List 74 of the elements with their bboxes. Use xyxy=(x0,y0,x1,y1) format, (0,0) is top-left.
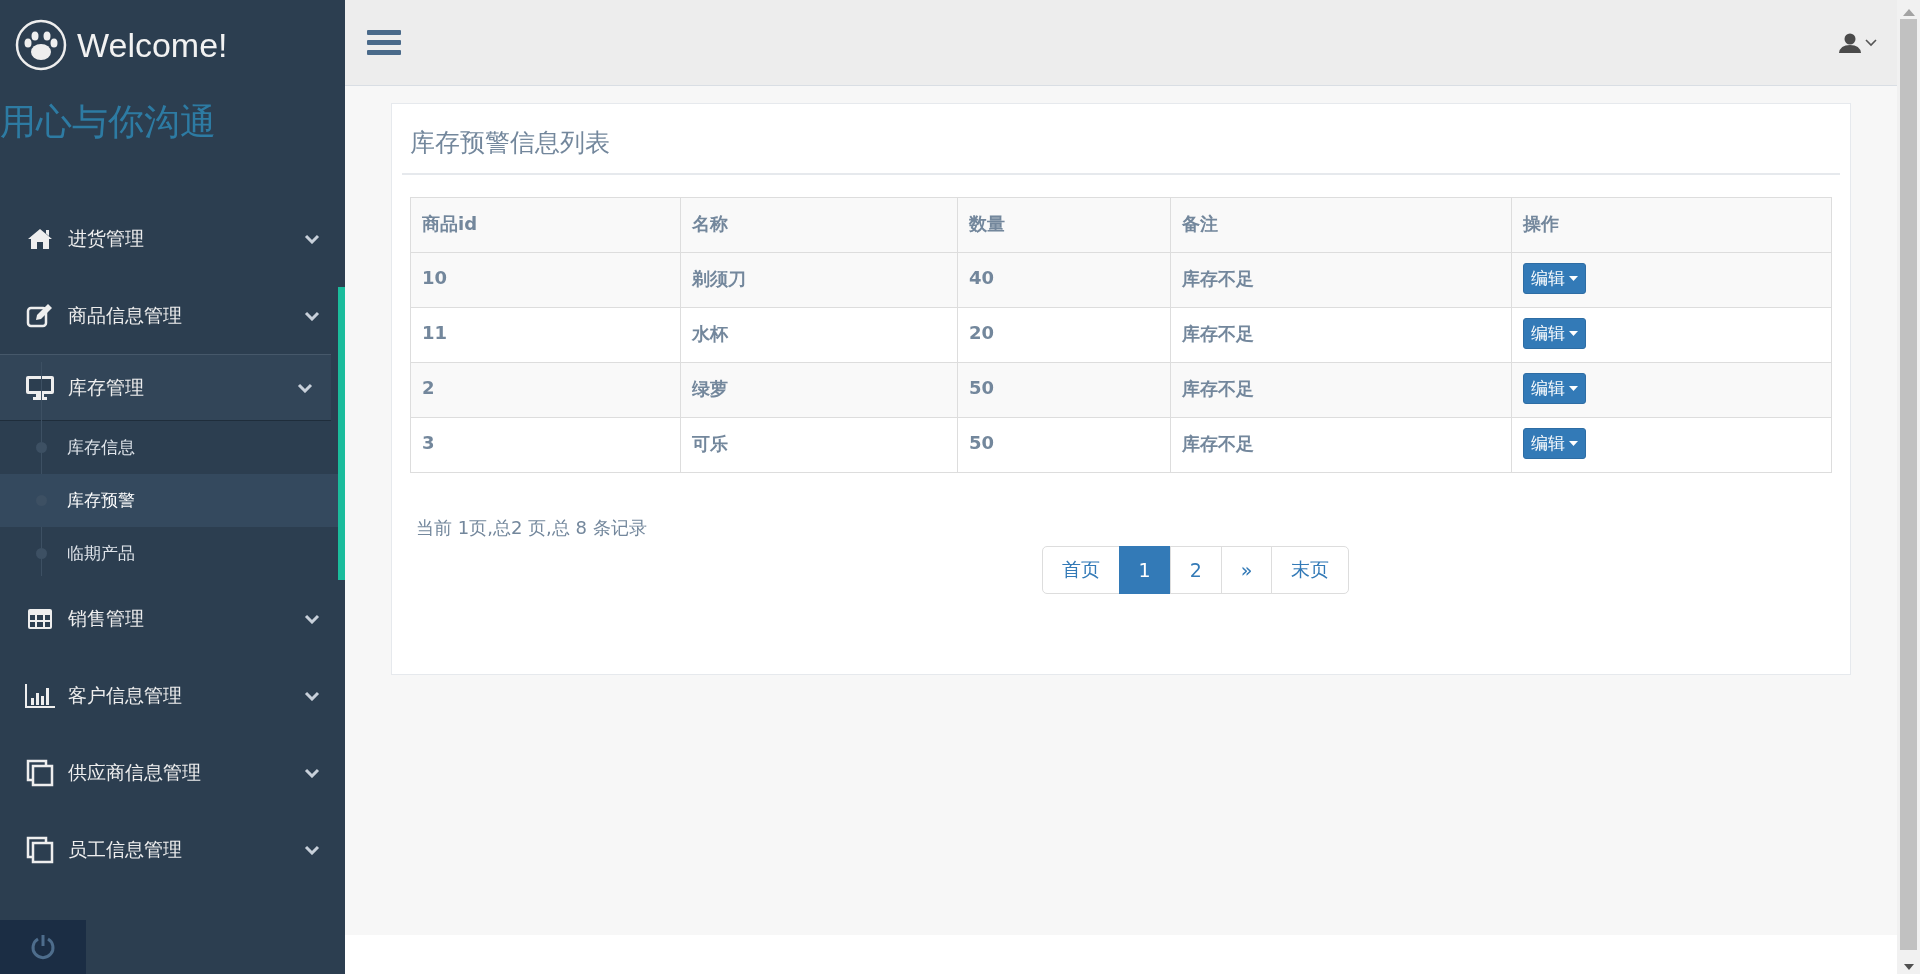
chevron-down-icon xyxy=(304,767,320,778)
column-header: 备注 xyxy=(1170,197,1512,253)
table-cell: 2 xyxy=(410,362,681,418)
panel-title: 库存预警信息列表 xyxy=(402,112,1840,175)
table-cell: 40 xyxy=(957,252,1171,308)
menu-button[interactable] xyxy=(367,29,401,56)
submenu-item[interactable]: 库存信息 xyxy=(0,421,338,474)
chevron-down-icon xyxy=(304,844,320,855)
page-button[interactable]: 末页 xyxy=(1271,546,1350,594)
copy-icon xyxy=(26,835,54,864)
chevron-down-icon xyxy=(1865,38,1877,47)
bar-chart-icon xyxy=(25,683,55,708)
table-cell: 库存不足 xyxy=(1170,417,1512,473)
column-header: 数量 xyxy=(957,197,1171,253)
submenu-item[interactable]: 临期产品 xyxy=(0,527,338,580)
nav-item[interactable]: 商品信息管理 xyxy=(0,277,345,354)
brand-title: Welcome! xyxy=(77,25,228,65)
monitor-icon xyxy=(25,374,55,401)
user-icon xyxy=(1839,32,1861,53)
table-cell: 库存不足 xyxy=(1170,252,1512,308)
column-header: 名称 xyxy=(680,197,958,253)
table-cell: 剃须刀 xyxy=(680,252,958,308)
column-header: 商品id xyxy=(410,197,681,253)
table-cell: 库存不足 xyxy=(1170,307,1512,363)
edit-icon xyxy=(26,303,54,328)
chevron-down-icon xyxy=(304,690,320,701)
copy-icon xyxy=(26,758,54,787)
menu-icon xyxy=(367,29,401,56)
scrollbar[interactable] xyxy=(1897,0,1920,974)
chevron-down-icon xyxy=(297,382,313,393)
table-cell: 可乐 xyxy=(680,417,958,473)
submenu-item[interactable]: 库存预警 xyxy=(0,474,338,527)
nav-item[interactable]: 供应商信息管理 xyxy=(0,734,345,811)
nav-item[interactable]: 员工信息管理 xyxy=(0,811,345,888)
table-cell: 11 xyxy=(410,307,681,363)
edit-dropdown-button[interactable]: 编辑 xyxy=(1523,428,1587,459)
chevron-down-icon xyxy=(304,233,320,244)
table-cell: 10 xyxy=(410,252,681,308)
caret-icon xyxy=(1569,331,1579,336)
page-button[interactable]: » xyxy=(1220,546,1273,594)
slogan: 用心与你沟通 xyxy=(0,100,217,144)
nav-item[interactable]: 客户信息管理 xyxy=(0,657,345,734)
table-icon xyxy=(27,607,53,630)
chevron-down-icon xyxy=(304,310,320,321)
table-cell: 库存不足 xyxy=(1170,362,1512,418)
table-cell: 50 xyxy=(957,417,1171,473)
power-button[interactable] xyxy=(0,920,86,974)
home-icon xyxy=(27,227,53,250)
chevron-down-icon xyxy=(304,613,320,624)
table-cell: 水杯 xyxy=(680,307,958,363)
table-cell: 3 xyxy=(410,417,681,473)
nav-item[interactable]: 销售管理 xyxy=(0,580,345,657)
page-button[interactable]: 1 xyxy=(1118,546,1171,594)
column-header: 操作 xyxy=(1511,197,1832,253)
nav-item[interactable]: 进货管理 xyxy=(0,200,345,277)
table-cell: 50 xyxy=(957,362,1171,418)
nav-item[interactable]: 库存管理 xyxy=(0,354,331,421)
edit-dropdown-button[interactable]: 编辑 xyxy=(1523,263,1587,294)
caret-icon xyxy=(1569,386,1579,391)
paw-logo-icon xyxy=(15,19,67,71)
edit-dropdown-button[interactable]: 编辑 xyxy=(1523,373,1587,404)
edit-dropdown-button[interactable]: 编辑 xyxy=(1523,318,1587,349)
scroll-down-icon xyxy=(1903,964,1914,970)
user-menu-button[interactable] xyxy=(1839,32,1877,53)
caret-icon xyxy=(1569,441,1579,446)
table-cell: 绿萝 xyxy=(680,362,958,418)
page-button[interactable]: 2 xyxy=(1169,546,1222,594)
table-cell: 20 xyxy=(957,307,1171,363)
caret-icon xyxy=(1569,276,1579,281)
scroll-up-icon xyxy=(1902,8,1915,16)
page-info: 当前 1页,总2 页,总 8 条记录 xyxy=(415,516,648,540)
scroll-thumb[interactable] xyxy=(1900,19,1917,950)
page-button[interactable]: 首页 xyxy=(1041,546,1120,594)
power-icon xyxy=(30,934,56,960)
